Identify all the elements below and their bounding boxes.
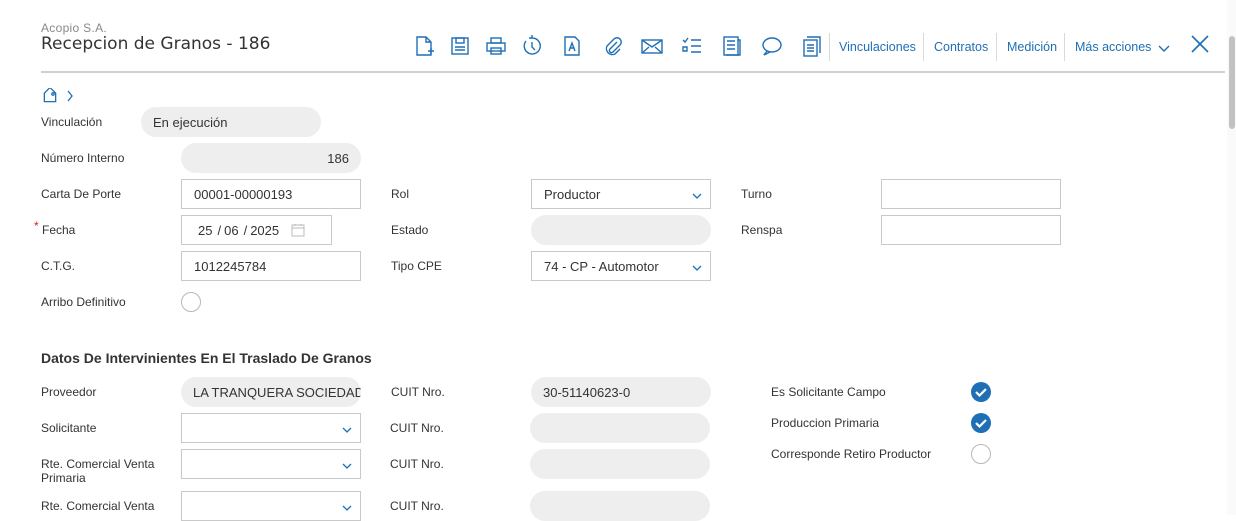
chevron-down-icon — [342, 427, 352, 433]
header-divider — [41, 71, 1225, 73]
ctg-input[interactable]: 1012245784 — [181, 251, 361, 281]
print-icon[interactable] — [484, 34, 508, 58]
chevron-down-icon — [342, 463, 352, 469]
comment-icon[interactable] — [760, 34, 784, 58]
rte-secundaria-select[interactable] — [181, 491, 361, 521]
toolbar-separator — [829, 33, 830, 61]
corresponde-retiro-label: Corresponde Retiro Productor — [771, 447, 932, 461]
cuit-solicitante-field — [530, 413, 710, 443]
close-icon[interactable] — [1189, 33, 1211, 55]
tipo-cpe-value: 74 - CP - Automotor — [544, 258, 659, 274]
tipo-cpe-label: Tipo CPE — [391, 259, 442, 273]
proveedor-label: Proveedor — [41, 385, 97, 399]
cuit-rte-primaria-field — [530, 449, 710, 479]
cuit-label: CUIT Nro. — [390, 421, 444, 435]
ctg-label: C.T.G. — [41, 259, 76, 273]
scrollbar-thumb[interactable] — [1229, 36, 1235, 129]
rol-label: Rol — [391, 187, 410, 201]
chevron-down-icon — [1158, 45, 1170, 52]
company-name: Acopio S.A. — [41, 21, 108, 35]
rol-select[interactable]: Productor — [531, 179, 711, 209]
required-marker: * — [34, 219, 39, 233]
date-separator: / — [217, 222, 222, 238]
date-separator: / — [243, 222, 248, 238]
arribo-definitivo-checkbox[interactable] — [181, 292, 201, 312]
es-solicitante-campo-label: Es Solicitante Campo — [771, 385, 886, 399]
rte-secundaria-label: Rte. Comercial Venta — [41, 499, 155, 513]
arribo-definitivo-label: Arribo Definitivo — [41, 295, 126, 309]
attachment-icon[interactable] — [600, 34, 624, 58]
checkmark-icon — [975, 419, 987, 429]
email-icon[interactable] — [640, 34, 664, 58]
fecha-label: Fecha — [42, 223, 76, 237]
solicitante-select[interactable] — [181, 413, 361, 443]
new-document-icon[interactable] — [412, 34, 436, 58]
proveedor-field: LA TRANQUERA SOCIEDAD — [181, 377, 361, 407]
fecha-day: 25 — [198, 222, 213, 238]
rte-primaria-select[interactable] — [181, 449, 361, 479]
medicion-link[interactable]: Medición — [1007, 40, 1057, 54]
fecha-input[interactable]: 25 / 06 / 2025 — [181, 215, 332, 245]
turno-input[interactable] — [881, 179, 1061, 209]
mas-acciones-label: Más acciones — [1075, 40, 1152, 54]
chevron-right-icon[interactable] — [66, 89, 74, 103]
notes-icon[interactable] — [720, 34, 744, 58]
cuit-label: CUIT Nro. — [390, 457, 444, 471]
cuit-label: CUIT Nro. — [390, 499, 444, 513]
save-icon[interactable] — [448, 34, 472, 58]
estado-label: Estado — [391, 223, 429, 237]
chevron-down-icon — [692, 265, 702, 271]
vinculacion-label: Vinculación — [41, 115, 103, 129]
toolbar-separator — [996, 33, 997, 61]
calendar-icon[interactable] — [291, 223, 305, 237]
cuit-rte-secundaria-field — [530, 491, 710, 521]
estado-field — [531, 215, 711, 245]
solicitante-label: Solicitante — [41, 421, 97, 435]
rol-value: Productor — [544, 186, 601, 202]
text-document-icon[interactable] — [560, 34, 584, 58]
corresponde-retiro-checkbox[interactable] — [971, 444, 991, 464]
vinculaciones-link[interactable]: Vinculaciones — [839, 40, 916, 54]
vinculacion-field: En ejecución — [141, 107, 321, 137]
renspa-label: Renspa — [741, 223, 783, 237]
toolbar-separator — [1064, 33, 1065, 61]
produccion-primaria-checkbox[interactable] — [971, 413, 991, 433]
section-title-intervinientes: Datos De Intervinientes En El Traslado D… — [41, 350, 372, 366]
renspa-input[interactable] — [881, 215, 1061, 245]
chevron-down-icon — [342, 505, 352, 511]
page-title: Recepcion de Granos - 186 — [41, 34, 271, 54]
cuit-proveedor-field: 30-51140623-0 — [531, 377, 711, 407]
numero-interno-field: 186 — [181, 143, 361, 173]
checkmark-icon — [975, 388, 987, 398]
copy-icon[interactable] — [800, 34, 824, 58]
produccion-primaria-label: Produccion Primaria — [771, 416, 880, 430]
fecha-month: 06 — [224, 222, 239, 238]
chevron-down-icon — [692, 193, 702, 199]
turno-label: Turno — [741, 187, 772, 201]
contratos-link[interactable]: Contratos — [934, 40, 988, 54]
numero-interno-label: Número Interno — [41, 151, 125, 165]
tipo-cpe-select[interactable]: 74 - CP - Automotor — [531, 251, 711, 281]
carta-porte-label: Carta De Porte — [41, 187, 122, 201]
tag-icon[interactable] — [41, 86, 59, 104]
rte-primaria-label: Rte. Comercial Venta Primaria — [41, 457, 155, 485]
carta-porte-input[interactable]: 00001-00000193 — [181, 179, 361, 209]
mas-acciones-button[interactable]: Más acciones — [1075, 40, 1170, 54]
es-solicitante-campo-checkbox[interactable] — [971, 382, 991, 402]
history-icon[interactable] — [520, 34, 544, 58]
toolbar-separator — [923, 33, 924, 61]
checklist-icon[interactable] — [680, 34, 704, 58]
fecha-year: 2025 — [250, 222, 280, 238]
cuit-label: CUIT Nro. — [391, 385, 445, 399]
